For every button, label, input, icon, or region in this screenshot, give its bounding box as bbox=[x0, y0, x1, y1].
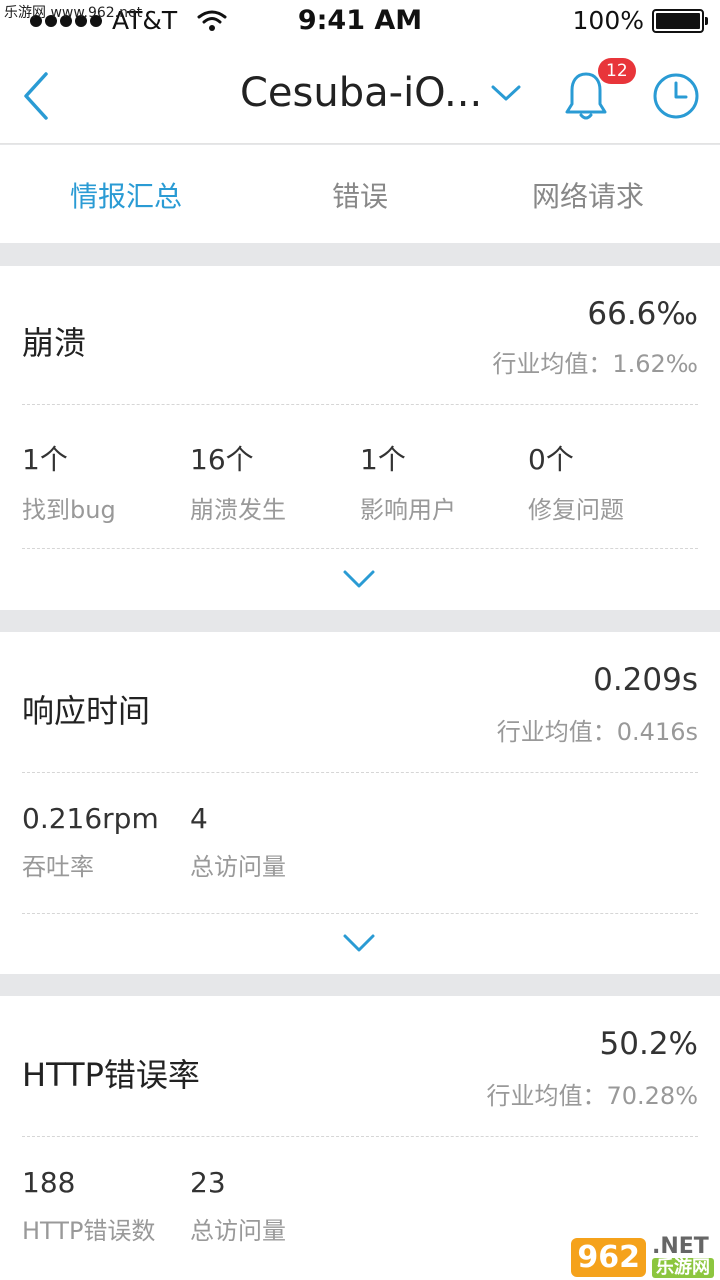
card-value: 50.2% bbox=[599, 1026, 698, 1062]
chevron-down-icon[interactable] bbox=[342, 568, 376, 590]
metric-affected-users: 1个 影响用户 bbox=[360, 443, 456, 524]
divider bbox=[22, 772, 698, 773]
divider bbox=[22, 1136, 698, 1137]
metric-fixed-issues: 0个 修复问题 bbox=[528, 443, 624, 524]
navigation-bar: Cesuba-iO... 12 bbox=[0, 44, 720, 144]
card-title: 响应时间 bbox=[22, 692, 151, 730]
divider bbox=[22, 548, 698, 549]
tab-errors[interactable]: 错误 bbox=[332, 175, 388, 215]
industry-average: 行业均值：0.416s bbox=[496, 718, 698, 746]
tab-bar: 情报汇总 错误 网络请求 bbox=[0, 145, 720, 243]
metric-bugs-found: 1个 找到bug bbox=[22, 443, 116, 524]
tab-summary[interactable]: 情报汇总 bbox=[70, 175, 182, 215]
nav-title: Cesuba-iO... bbox=[240, 70, 483, 116]
metric-crash-occurrences: 16个 崩溃发生 bbox=[190, 443, 286, 524]
card-title: 崩溃 bbox=[22, 324, 87, 362]
watermark-text: 乐游网 www.962.net bbox=[4, 5, 143, 21]
response-time-card[interactable]: 响应时间 0.209s 行业均值：0.416s 0.216rpm 吞吐率 4 总… bbox=[0, 632, 720, 974]
divider bbox=[22, 404, 698, 405]
battery-icon bbox=[652, 8, 708, 33]
chevron-down-icon[interactable] bbox=[342, 932, 376, 954]
crash-card[interactable]: 崩溃 66.6‰ 行业均值：1.62‰ 1个 找到bug 16个 崩溃发生 1个… bbox=[0, 266, 720, 610]
clock-icon[interactable] bbox=[652, 72, 700, 120]
metric-total-visits: 4 总访问量 bbox=[190, 802, 286, 881]
card-title: HTTP错误率 bbox=[22, 1056, 200, 1094]
industry-average: 行业均值：70.28% bbox=[486, 1082, 698, 1110]
watermark-logo: 962 .NET 乐游网 bbox=[571, 1236, 714, 1278]
metric-total-visits: 23 总访问量 bbox=[190, 1166, 286, 1245]
battery-percent: 100% bbox=[572, 6, 644, 35]
metric-throughput: 0.216rpm 吞吐率 bbox=[22, 802, 159, 881]
card-value: 66.6‰ bbox=[587, 296, 698, 332]
notification-badge: 12 bbox=[598, 58, 636, 84]
metric-http-error-count: 188 HTTP错误数 bbox=[22, 1166, 156, 1245]
divider bbox=[22, 913, 698, 914]
tab-network-requests[interactable]: 网络请求 bbox=[532, 175, 644, 215]
card-value: 0.209s bbox=[593, 662, 698, 698]
industry-average: 行业均值：1.62‰ bbox=[492, 350, 698, 378]
chevron-down-icon bbox=[491, 85, 521, 101]
battery-status: 100% bbox=[572, 6, 708, 35]
app-selector[interactable]: Cesuba-iO... bbox=[240, 70, 522, 116]
back-icon[interactable] bbox=[18, 68, 54, 124]
